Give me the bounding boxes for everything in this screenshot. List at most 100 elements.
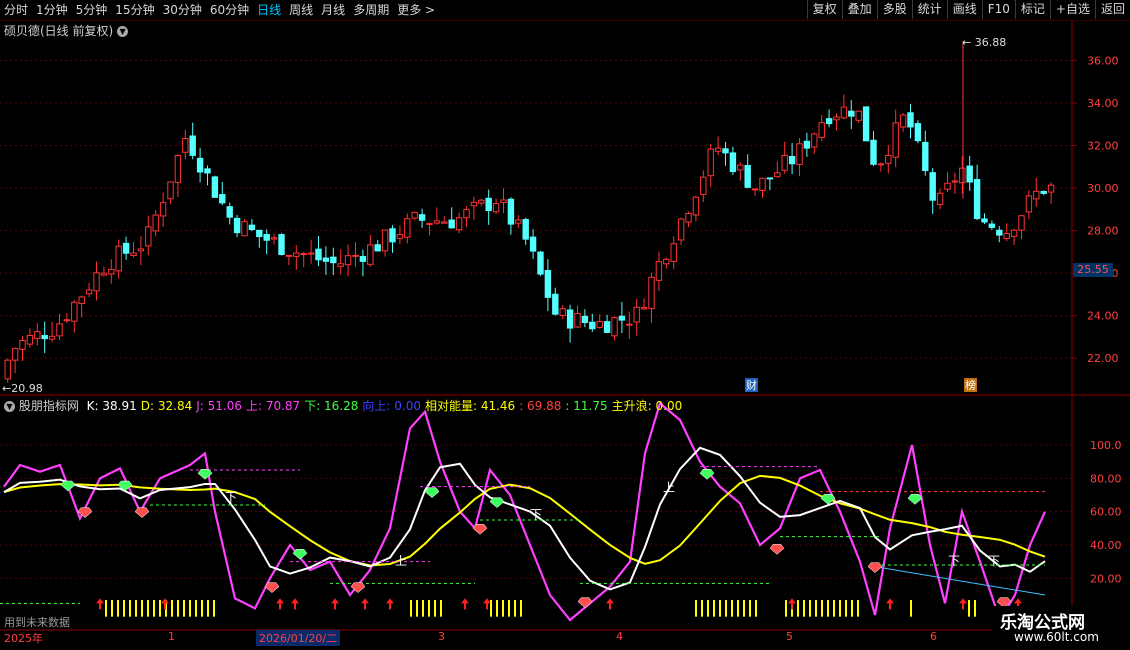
candle-body <box>4 359 11 380</box>
candle-body <box>803 140 811 149</box>
time-label-1: 1 <box>168 630 175 643</box>
candle-body <box>41 334 48 340</box>
candle-body <box>670 243 677 262</box>
price-tick-label: 32.00 <box>1087 140 1119 153</box>
candle-body <box>463 209 470 219</box>
volume-bar <box>434 600 436 617</box>
candle-body <box>751 188 759 191</box>
candle-body <box>522 218 529 240</box>
candle-body <box>189 135 196 156</box>
candle-body <box>455 217 463 231</box>
candle-body <box>182 137 189 153</box>
green-gem-icon <box>60 480 76 492</box>
red-gem-icon <box>769 544 785 555</box>
candle-body <box>552 293 559 315</box>
candle-body <box>48 335 56 340</box>
volume-bar <box>851 600 853 617</box>
volume-bar <box>737 600 739 617</box>
volume-bar <box>189 600 191 617</box>
candle-body <box>951 180 959 183</box>
current-price-tag: 25.55 <box>1073 263 1113 277</box>
volume-bar <box>135 600 137 617</box>
candle-body <box>315 248 322 261</box>
volume-bar <box>141 600 143 617</box>
candle-body <box>877 163 885 166</box>
candle-body <box>159 202 167 217</box>
candle-body <box>485 197 492 212</box>
volume-bar <box>845 600 847 617</box>
indicator-tick-label: 60.00 <box>1090 506 1122 519</box>
event-marker-1: 榜 <box>965 378 976 392</box>
stock-chart[interactable]: 36.0034.0032.0030.0028.0026.0024.0022.00… <box>0 0 1130 650</box>
volume-bar <box>508 600 510 617</box>
candle-body <box>840 106 848 119</box>
candle-body <box>996 229 1003 236</box>
chevron-down-icon[interactable]: ▼ <box>117 26 129 37</box>
indicator-values: K: 38.91 D: 32.84 J: 51.06 上: 70.87 下: 16.28… <box>83 399 683 413</box>
candle-body <box>100 272 108 276</box>
candle-body <box>959 167 966 184</box>
volume-bar <box>177 600 179 617</box>
candle-body <box>722 148 729 154</box>
candle-body <box>285 254 293 257</box>
up-arrow-icon <box>788 598 796 610</box>
candle-body <box>411 212 418 219</box>
indicator-title-bar: ▼ 股朋指标网 K: 38.91 D: 32.84 J: 51.06 上: 70.87… <box>4 397 682 414</box>
candle-body <box>448 219 455 229</box>
volume-bar <box>195 600 197 617</box>
volume-bar <box>797 600 799 617</box>
candle-body <box>811 133 818 148</box>
indicator-value-8: : 11.75 <box>565 399 608 413</box>
indicator-value-1: D: 32.84 <box>140 399 193 413</box>
volume-bar <box>117 600 119 617</box>
signal-label-0: 下 <box>225 491 237 505</box>
low-price-label: ←20.98 <box>2 382 43 395</box>
volume-bar <box>833 600 835 617</box>
candle-body <box>478 199 485 204</box>
volume-bar <box>827 600 829 617</box>
volume-bar <box>201 600 203 617</box>
candle-body <box>973 179 981 219</box>
candle-body <box>714 147 722 152</box>
candle-body <box>929 172 936 201</box>
volume-bar <box>974 600 976 617</box>
candle-body <box>381 229 389 252</box>
volume-bar <box>207 600 209 617</box>
candle-body <box>337 263 344 267</box>
candle-body <box>270 237 278 240</box>
candle-body <box>130 252 137 256</box>
candle-body <box>248 224 256 231</box>
candle-body <box>988 223 996 228</box>
time-label-2: 2026/01/20/二 <box>256 630 341 646</box>
candle-body <box>263 234 270 241</box>
candle-body <box>626 323 633 326</box>
candle-body <box>226 206 233 218</box>
up-arrow-icon <box>606 598 614 610</box>
volume-bar <box>111 600 113 617</box>
candle-body <box>892 122 899 158</box>
candle-body <box>404 218 411 238</box>
green-gem-icon <box>907 494 923 505</box>
candle-body <box>330 256 337 264</box>
volume-bar <box>129 600 131 617</box>
indicator-tick-label: 40.00 <box>1090 539 1122 552</box>
volume-bar <box>713 600 715 617</box>
watermark-logo: 乐淘公式网 www.60lt.com <box>992 606 1130 650</box>
red-gem-icon <box>472 524 488 535</box>
volume-bar <box>695 600 697 617</box>
candle-body <box>352 254 359 257</box>
candle-body <box>685 213 692 223</box>
candle-body <box>293 252 300 257</box>
indicator-name: 股朋指标网 <box>18 399 79 413</box>
candle-body <box>470 201 478 207</box>
candle-body <box>774 172 781 178</box>
chevron-down-icon[interactable]: ▼ <box>4 401 15 412</box>
volume-bar <box>520 600 522 617</box>
candle-body <box>108 268 115 275</box>
volume-bar <box>428 600 430 617</box>
candle-body <box>1025 195 1033 213</box>
candle-body <box>848 110 855 117</box>
candle-body <box>596 321 603 328</box>
volume-bar <box>749 600 751 617</box>
price-tick-label: 24.00 <box>1087 310 1119 323</box>
